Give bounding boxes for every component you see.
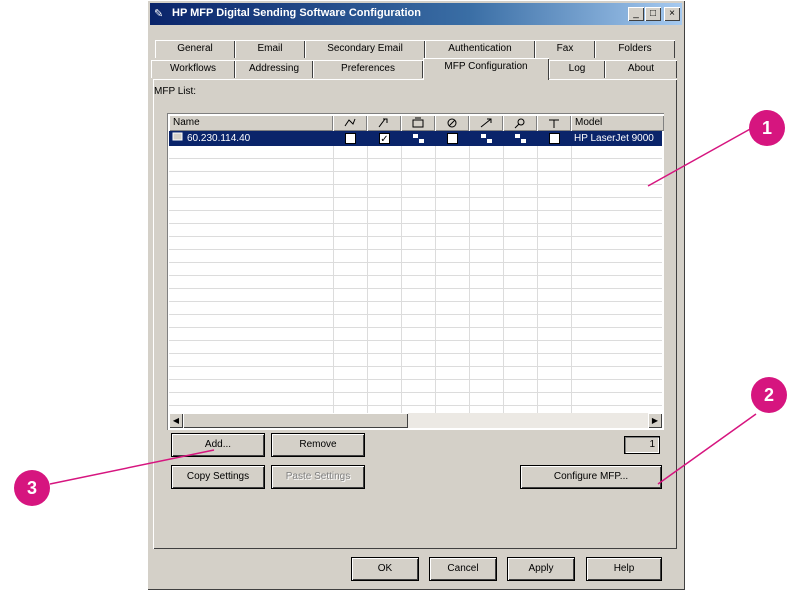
callout-3: 3 <box>14 470 50 506</box>
tab-mfp-configuration[interactable]: MFP Configuration <box>423 58 549 80</box>
callout-lines <box>49 127 757 485</box>
callout-2: 2 <box>751 377 787 413</box>
callout-1: 1 <box>749 110 785 146</box>
